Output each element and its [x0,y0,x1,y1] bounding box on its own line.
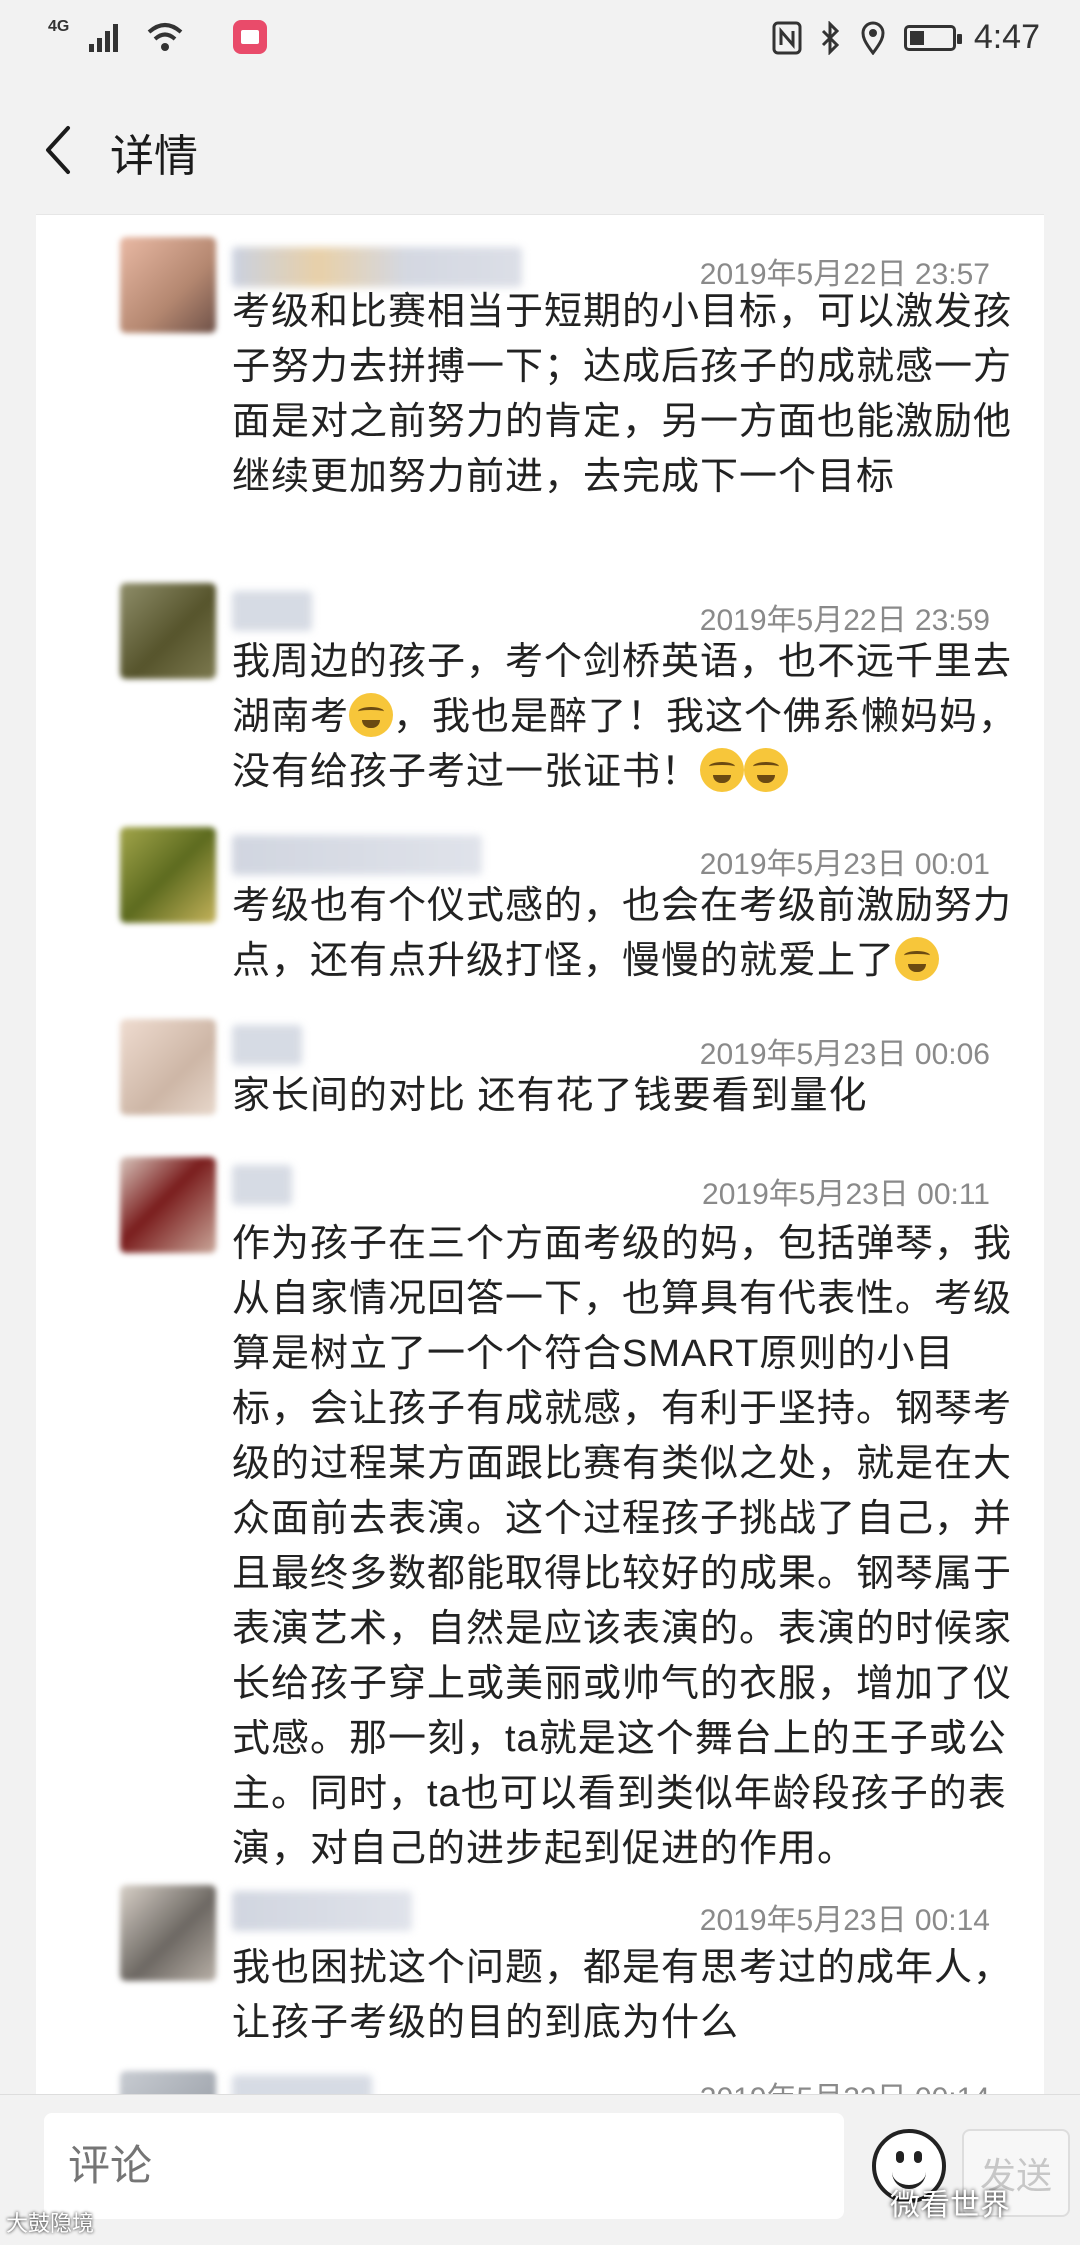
comment-text-part: 考级也有个仪式感的，也会在考级前激励努力点，还有点升级打怪，慢慢的就爱上了 [232,885,1013,982]
smiley-icon-eye [914,2151,922,2163]
status-left: 4G [48,18,268,54]
comment-input[interactable] [44,2113,844,2219]
battery-icon [903,24,962,51]
avatar[interactable] [120,2071,216,2095]
username[interactable] [232,1891,412,1931]
comment-text: 我周边的孩子，考个剑桥英语，也不远千里去湖南考 ，我也是醉了！我这个佛系懒妈妈，没… [232,635,1022,800]
location-icon [861,21,885,55]
header: 详情 [0,84,1080,214]
thinking-face-icon [895,937,940,981]
username[interactable] [232,2075,372,2095]
username[interactable] [232,591,312,631]
chevron-left-icon [46,126,70,174]
wifi-icon [148,23,183,51]
back-button[interactable] [36,120,86,180]
comment-time: 2019年5月23日 00:11 [702,1178,990,1211]
watermark-right: 微看世界 [890,2189,1010,2222]
app-notification-icon [233,20,268,54]
crying-face-icon [700,748,745,792]
username[interactable] [232,1025,302,1065]
comment-list[interactable]: 2019年5月22日 23:57 考级和比赛相当于短期的小目标，可以激发孩子努力… [36,214,1044,2095]
crying-face-icon [744,748,789,792]
comment-text: 作为孩子在三个方面考级的妈，包括弹琴，我从自家情况回答一下，也算具有代表性。考级… [232,1223,1013,1870]
status-right: 4:47 [772,18,1040,57]
comment-text: 考级和比赛相当于短期的小目标，可以激发孩子努力去拼搏一下；达成后孩子的成就感一方… [232,291,1013,498]
network-type: 4G [48,18,70,35]
avatar[interactable] [120,583,216,679]
bluetooth-icon [821,20,839,55]
comment-time: 2019年5月23日 00:14 [699,1904,990,1937]
comment-text: 我也困扰这个问题，都是有思考过的成年人，让孩子考级的目的到底为什么 [232,1947,1013,2044]
comment-time: 2019年5月23日 00:06 [699,1038,990,1071]
crying-face-icon [349,693,394,737]
comment-text: 家长间的对比 还有花了钱要看到量化 [232,1075,868,1117]
comment-text: 考级也有个仪式感的，也会在考级前激励努力点，还有点升级打怪，慢慢的就爱上了 [232,879,1022,989]
comment-time: 2019年5月23日 00:14 [700,2073,990,2095]
nfc-icon [772,21,802,54]
watermark-left: 大鼓隐境 [6,2211,95,2236]
page-title: 详情 [110,132,198,181]
username[interactable] [232,247,522,287]
avatar[interactable] [120,827,216,923]
username[interactable] [232,835,482,875]
avatar[interactable] [120,1885,216,1981]
status-bar: 4G 4:47 [0,0,1080,84]
smiley-icon [896,2151,904,2163]
avatar[interactable] [120,1157,216,1253]
avatar[interactable] [120,237,216,333]
clock: 4:47 [973,18,1040,56]
username[interactable] [232,1165,292,1205]
signal-icon [89,24,119,52]
avatar[interactable] [120,1019,216,1115]
comment-time: 2019年5月22日 23:59 [699,604,990,637]
comment-time: 2019年5月23日 00:01 [699,848,990,881]
